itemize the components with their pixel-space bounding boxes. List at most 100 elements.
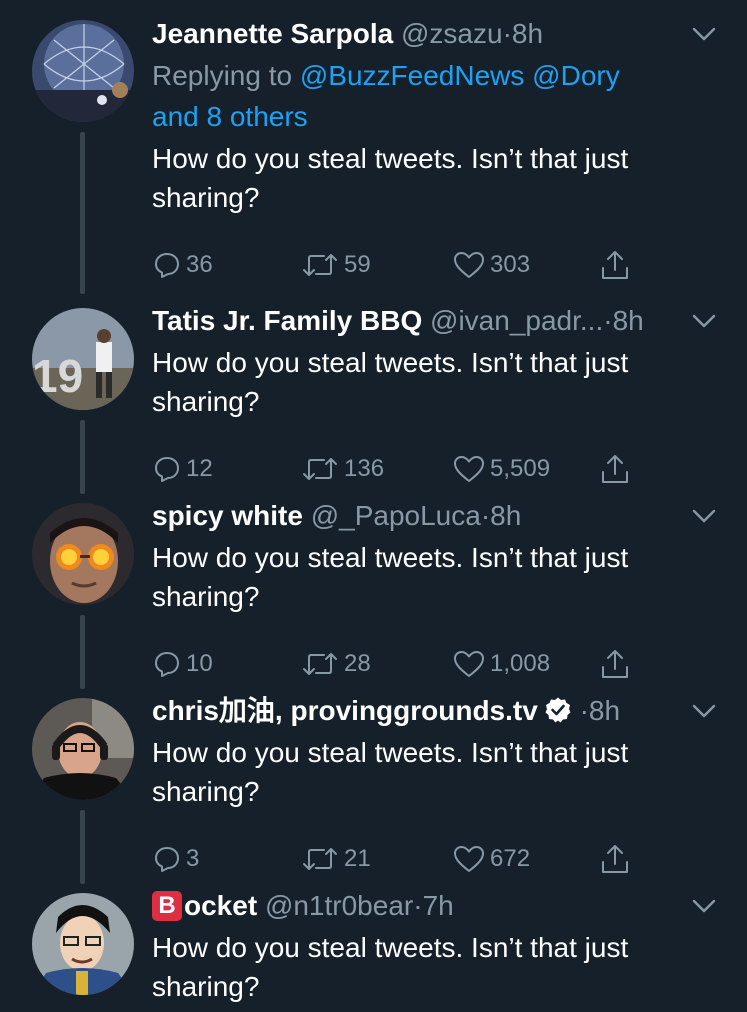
timestamp[interactable]: 8h xyxy=(589,695,620,726)
mention-link[interactable]: @BuzzFeedNews xyxy=(300,60,525,91)
heart-icon xyxy=(454,651,484,677)
retweet-icon xyxy=(303,254,337,276)
retweet-button[interactable]: 59 xyxy=(300,245,371,285)
reply-icon xyxy=(155,847,179,872)
replying-to-label: Replying to xyxy=(152,60,300,91)
tweet-text: How do you steal tweets. Isn’t that just… xyxy=(152,932,629,1002)
share-icon xyxy=(602,251,628,279)
svg-text:19: 19 xyxy=(32,350,83,402)
like-count: 5,509 xyxy=(490,455,551,482)
reply-count: 10 xyxy=(186,650,213,677)
tweet-actions: 12 136 5,509 xyxy=(152,449,717,489)
reply-button[interactable]: 36 xyxy=(152,245,213,285)
thread-line xyxy=(80,615,85,689)
avatar[interactable] xyxy=(32,698,134,800)
tweet-actions: 36 59 303 xyxy=(152,245,717,285)
b-emoji-badge: B xyxy=(152,891,182,921)
chevron-down-icon[interactable] xyxy=(691,507,717,525)
display-name[interactable]: spicy white xyxy=(152,500,303,531)
replying-to: Replying to @BuzzFeedNews @Dory and 8 ot… xyxy=(152,55,717,137)
separator-dot: · xyxy=(579,695,589,726)
like-count: 1,008 xyxy=(490,650,551,677)
chevron-down-icon[interactable] xyxy=(691,312,717,330)
reply-icon xyxy=(155,253,179,278)
retweet-count: 136 xyxy=(344,455,385,482)
heart-icon xyxy=(454,846,484,872)
reply-button[interactable]: 10 xyxy=(152,644,213,684)
display-name[interactable]: Jeannette Sarpola xyxy=(152,18,393,49)
like-count: 672 xyxy=(490,845,531,872)
display-name[interactable]: chris加油, provinggrounds.tv xyxy=(152,695,538,726)
others-link[interactable]: and 8 others xyxy=(152,101,308,132)
like-button[interactable]: 303 xyxy=(452,245,530,285)
retweet-icon xyxy=(303,458,337,480)
like-count: 303 xyxy=(490,251,531,278)
retweet-count: 59 xyxy=(344,251,371,278)
reply-button[interactable]: 12 xyxy=(152,449,213,489)
timestamp[interactable]: 8h xyxy=(490,500,521,531)
avatar[interactable] xyxy=(32,503,134,605)
reply-count: 36 xyxy=(186,251,213,278)
share-button[interactable] xyxy=(598,839,632,879)
separator-dot: · xyxy=(502,18,512,49)
tweet-text: How do you steal tweets. Isn’t that just… xyxy=(152,143,629,213)
retweet-icon xyxy=(303,653,337,675)
avatar[interactable] xyxy=(32,20,134,122)
heart-icon xyxy=(454,456,484,482)
avatar[interactable] xyxy=(32,893,134,995)
retweet-count: 21 xyxy=(344,845,371,872)
reply-icon xyxy=(155,652,179,677)
share-icon xyxy=(602,650,628,678)
share-icon xyxy=(602,845,628,873)
like-button[interactable]: 5,509 xyxy=(452,449,550,489)
share-button[interactable] xyxy=(598,449,632,489)
timestamp[interactable]: 8h xyxy=(613,305,644,336)
tweet-text: How do you steal tweets. Isn’t that just… xyxy=(152,737,629,807)
timestamp[interactable]: 7h xyxy=(423,890,454,921)
retweet-button[interactable]: 28 xyxy=(300,644,371,684)
conversation-feed: Jeannette Sarpola @zsazu·8h Replying to … xyxy=(0,0,747,1012)
retweet-icon xyxy=(303,848,337,870)
reply-count: 12 xyxy=(186,455,213,482)
display-name[interactable]: Tatis Jr. Family BBQ xyxy=(152,305,422,336)
like-button[interactable]: 1,008 xyxy=(452,644,550,684)
reply-button[interactable]: 3 xyxy=(152,839,199,879)
user-handle[interactable]: @zsazu xyxy=(401,18,503,49)
reply-icon xyxy=(155,457,179,482)
user-handle[interactable]: @ivan_padr... xyxy=(430,305,603,336)
user-handle[interactable]: @n1tr0bear xyxy=(265,890,413,921)
heart-icon xyxy=(454,252,484,278)
avatar[interactable]: 19 xyxy=(32,308,134,410)
tweet-text: How do you steal tweets. Isn’t that just… xyxy=(152,542,629,612)
tweet-actions: 10 28 1,008 xyxy=(152,644,717,684)
share-icon xyxy=(602,455,628,483)
tweet-text: How do you steal tweets. Isn’t that just… xyxy=(152,347,629,417)
share-button[interactable] xyxy=(598,245,632,285)
tweet-actions: 3 21 672 xyxy=(152,839,717,879)
timestamp[interactable]: 8h xyxy=(512,18,543,49)
chevron-down-icon[interactable] xyxy=(691,702,717,720)
reply-count: 3 xyxy=(186,845,200,872)
retweet-button[interactable]: 21 xyxy=(300,839,371,879)
like-button[interactable]: 672 xyxy=(452,839,530,879)
separator-dot: · xyxy=(603,305,613,336)
retweet-button[interactable]: 136 xyxy=(300,449,384,489)
user-handle[interactable]: @_PapoLuca xyxy=(311,500,481,531)
tweet-header: spicy white @_PapoLuca·8h xyxy=(152,496,717,536)
verified-badge-icon xyxy=(545,697,571,723)
tweet-header: Tatis Jr. Family BBQ @ivan_padr...·8h xyxy=(152,301,717,341)
thread-line xyxy=(80,420,85,494)
chevron-down-icon[interactable] xyxy=(691,897,717,915)
separator-dot: · xyxy=(480,500,491,531)
thread-line xyxy=(80,132,85,294)
chevron-down-icon[interactable] xyxy=(691,25,717,43)
retweet-count: 28 xyxy=(344,650,371,677)
share-button[interactable] xyxy=(598,644,632,684)
tweet-header: chris加油, provinggrounds.tv ·8h xyxy=(152,691,717,731)
tweet-header: Bocket @n1tr0bear·7h xyxy=(152,886,717,926)
thread-line xyxy=(80,810,85,884)
separator-dot: · xyxy=(413,890,423,921)
tweet-header: Jeannette Sarpola @zsazu·8h xyxy=(152,14,717,54)
mention-link[interactable]: @Dory xyxy=(532,60,620,91)
display-name[interactable]: ocket xyxy=(184,890,257,921)
